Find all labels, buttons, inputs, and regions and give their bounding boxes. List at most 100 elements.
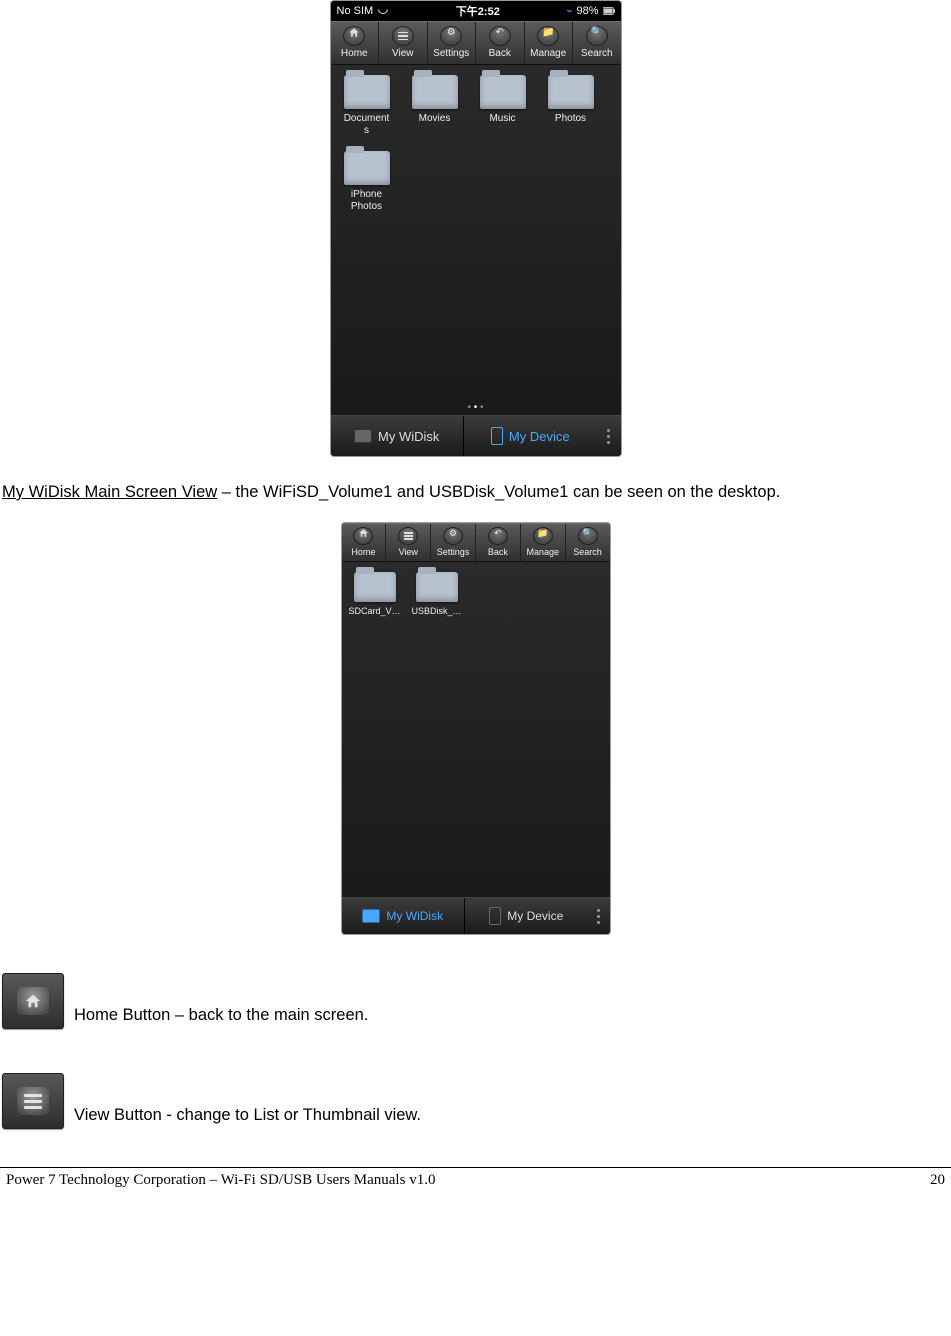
tab-label: My Device (509, 429, 570, 444)
toolbar-label: Manage (526, 547, 559, 557)
bottom-tab-bar-2: My WiDisk My Device (342, 897, 610, 934)
home-button-description: Home Button – back to the main screen. (2, 973, 951, 1029)
toolbar-home-button[interactable]: Home (331, 22, 380, 64)
home-icon (343, 26, 365, 46)
page-indicator: • • • (331, 400, 621, 415)
tab-label: My WiDisk (378, 429, 439, 444)
toolbar-manage-button[interactable]: 📁 Manage (525, 22, 574, 64)
more-dots-icon (594, 909, 604, 924)
toolbar-search-button[interactable]: 🔍 Search (573, 22, 621, 64)
folder-icon (416, 572, 458, 602)
toolbar-label: View (392, 48, 414, 59)
toolbar-settings-button[interactable]: ⚙ Settings (431, 524, 476, 561)
overflow-menu-button[interactable] (588, 898, 610, 934)
home-icon (17, 987, 49, 1015)
toolbar-back-button[interactable]: ↶Back (476, 524, 521, 561)
folder-label: iPhone Photos (351, 189, 382, 212)
footer-left: Power 7 Technology Corporation – Wi-Fi S… (6, 1172, 435, 1189)
folder-photos[interactable]: Photos (539, 75, 603, 137)
folder-music[interactable]: Music (471, 75, 535, 137)
device-icon (491, 427, 503, 445)
view-button-description: View Button - change to List or Thumbnai… (2, 1073, 951, 1129)
gear-icon: ⚙ (443, 527, 463, 545)
folder-label: SDCard_V… (348, 606, 400, 616)
carrier-text: No SIM (337, 5, 374, 17)
page-footer: Power 7 Technology Corporation – Wi-Fi S… (0, 1167, 951, 1189)
toolbar-manage-button[interactable]: 📁 Manage (521, 524, 566, 561)
toolbar-label: Settings (433, 48, 469, 59)
folder-icon (344, 75, 390, 109)
tab-my-device[interactable]: My Device (464, 416, 597, 456)
toolbar-label: Home (341, 48, 368, 59)
folder-sdcard-volume[interactable]: SDCard_V… (346, 572, 404, 617)
battery-text: 98% (576, 5, 598, 17)
view-button-text: View Button - change to List or Thumbnai… (74, 1106, 421, 1129)
top-toolbar-2: Home View ⚙ Settings ↶Back 📁 Manage 🔍 Searc… (342, 523, 610, 562)
home-button-image (2, 973, 64, 1029)
folder-icon (480, 75, 526, 109)
bottom-tab-bar-1: My WiDisk My Device (331, 415, 621, 456)
disk-icon (362, 909, 380, 923)
clock-text: 下午2:52 (456, 3, 500, 19)
toolbar-label: View (399, 547, 418, 557)
folder-movies[interactable]: Movies (403, 75, 467, 137)
search-icon: 🔍 (586, 26, 608, 46)
screenshot-my-device: No SIM 下午2:52 ⌁ 98% Home (0, 0, 951, 457)
tab-label: My WiDisk (386, 909, 443, 923)
phone-frame-2: Home View ⚙ Settings ↶Back 📁 Manage 🔍 Searc… (341, 522, 611, 935)
folder-iphone-photos[interactable]: iPhone Photos (335, 151, 399, 213)
caption-underlined: My WiDisk Main Screen View (2, 483, 217, 501)
home-icon (353, 527, 373, 545)
overflow-menu-button[interactable] (597, 416, 621, 456)
wifi-icon (377, 7, 389, 15)
toolbar-label: Search (581, 48, 613, 59)
folder-icon (354, 572, 396, 602)
toolbar-view-button[interactable]: View (379, 22, 428, 64)
top-toolbar-1: Home View ⚙ Settings ↶ Back (331, 21, 621, 65)
back-icon: ↶ (488, 527, 508, 545)
folder-label: Movies (419, 113, 451, 124)
more-dots-icon (604, 429, 614, 444)
folder-open-icon: 📁 (537, 26, 559, 46)
status-bar: No SIM 下午2:52 ⌁ 98% (331, 1, 621, 21)
toolbar-label: Search (573, 547, 602, 557)
battery-icon (603, 7, 615, 15)
folder-icon (548, 75, 594, 109)
toolbar-search-button[interactable]: 🔍 Search (566, 524, 610, 561)
folder-grid-2: SDCard_V… USBDisk_… (342, 562, 610, 897)
tab-my-device[interactable]: My Device (465, 898, 588, 934)
tab-my-widisk[interactable]: My WiDisk (331, 416, 464, 456)
tab-label: My Device (507, 909, 563, 923)
toolbar-label: Back (489, 48, 511, 59)
toolbar-home-button[interactable]: Home (342, 524, 387, 561)
folder-label: Music (489, 113, 515, 124)
toolbar-label: Settings (437, 547, 470, 557)
phone-frame-1: No SIM 下午2:52 ⌁ 98% Home (330, 0, 622, 457)
page-number: 20 (930, 1172, 945, 1189)
toolbar-label: Manage (530, 48, 566, 59)
caption-widisk-main: My WiDisk Main Screen View – the WiFiSD_… (2, 483, 951, 502)
folder-documents[interactable]: Document s (335, 75, 399, 137)
toolbar-view-button[interactable]: View (386, 524, 431, 561)
caption-rest: – the WiFiSD_Volume1 and USBDisk_Volume1… (217, 483, 780, 501)
toolbar-label: Home (351, 547, 375, 557)
folder-icon (344, 151, 390, 185)
list-icon (398, 527, 418, 545)
toolbar-back-button[interactable]: ↶ Back (476, 22, 525, 64)
list-icon (392, 26, 414, 46)
folder-label: Photos (555, 113, 586, 124)
list-icon (17, 1087, 49, 1115)
gear-icon: ⚙ (440, 26, 462, 46)
folder-open-icon: 📁 (533, 527, 553, 545)
tab-my-widisk[interactable]: My WiDisk (342, 898, 465, 934)
home-button-text: Home Button – back to the main screen. (74, 1006, 368, 1029)
screenshot-my-widisk: Home View ⚙ Settings ↶Back 📁 Manage 🔍 Searc… (0, 502, 951, 935)
folder-usbdisk-volume[interactable]: USBDisk_… (408, 572, 466, 617)
search-icon: 🔍 (578, 527, 598, 545)
back-icon: ↶ (489, 26, 511, 46)
device-icon (489, 907, 501, 925)
toolbar-settings-button[interactable]: ⚙ Settings (428, 22, 477, 64)
folder-label: USBDisk_… (411, 606, 461, 616)
disk-icon (354, 429, 372, 443)
folder-grid-1: Document s Movies Music Photos iPhone Ph… (331, 65, 621, 400)
